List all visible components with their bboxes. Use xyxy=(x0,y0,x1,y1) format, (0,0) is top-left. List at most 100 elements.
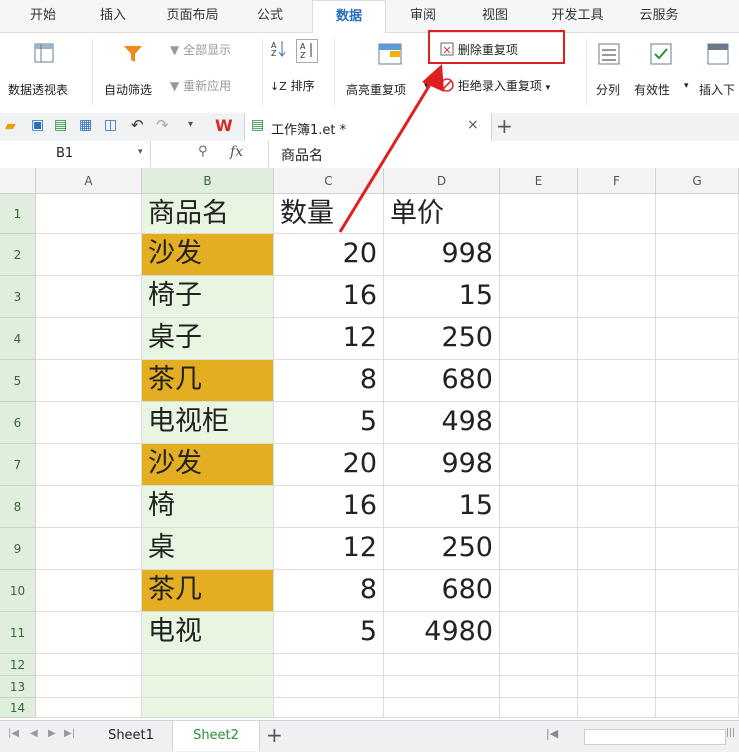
cell[interactable] xyxy=(656,570,739,612)
cell-product-name[interactable]: 商品名 xyxy=(142,194,274,234)
tab-cloud[interactable]: 云服务 xyxy=(628,0,690,32)
cell[interactable] xyxy=(500,612,578,654)
export-icon[interactable]: ▤ xyxy=(54,117,67,133)
print-icon[interactable]: ▦ xyxy=(79,117,92,133)
cell[interactable] xyxy=(656,194,739,234)
cell[interactable] xyxy=(656,486,739,528)
cell[interactable] xyxy=(656,276,739,318)
close-icon[interactable]: × xyxy=(467,117,479,133)
cell-quantity[interactable]: 8 xyxy=(274,360,384,402)
cell[interactable] xyxy=(578,194,656,234)
column-header-a[interactable]: A xyxy=(36,168,142,194)
cell[interactable] xyxy=(36,360,142,402)
cell[interactable] xyxy=(578,528,656,570)
column-header-e[interactable]: E xyxy=(500,168,578,194)
save-icon[interactable]: ▣ xyxy=(31,117,44,133)
cell[interactable] xyxy=(36,570,142,612)
cell[interactable] xyxy=(578,318,656,360)
cell[interactable] xyxy=(500,486,578,528)
cell[interactable] xyxy=(500,194,578,234)
cell-unit-price[interactable]: 250 xyxy=(384,318,500,360)
spreadsheet-grid[interactable]: A B C D E F G 1 商品名 数量 单价 2 沙发 20 998 3 椅子 16 15 4 桌子 12 250 5 茶… xyxy=(0,168,739,720)
name-box[interactable]: B1 ▾ xyxy=(0,141,151,167)
open-folder-icon[interactable]: ▰ xyxy=(5,118,16,134)
cell[interactable] xyxy=(142,676,274,698)
cell[interactable] xyxy=(36,528,142,570)
cell[interactable] xyxy=(36,444,142,486)
prev-sheet-icon[interactable]: ◀ xyxy=(30,728,38,739)
cell-product-name[interactable]: 茶几 xyxy=(142,360,274,402)
cell[interactable] xyxy=(384,654,500,676)
row-header-10[interactable]: 10 xyxy=(0,570,36,612)
row-header-7[interactable]: 7 xyxy=(0,444,36,486)
cell[interactable] xyxy=(36,276,142,318)
cell-product-name[interactable]: 椅 xyxy=(142,486,274,528)
scroll-grip-icon[interactable]: ||| xyxy=(726,728,735,738)
row-header-11[interactable]: 11 xyxy=(0,612,36,654)
cell[interactable] xyxy=(578,654,656,676)
cell[interactable] xyxy=(578,276,656,318)
insert-dropdown-button[interactable]: 插入下 xyxy=(697,37,739,107)
cell-unit-price[interactable]: 15 xyxy=(384,276,500,318)
row-header-1[interactable]: 1 xyxy=(0,194,36,234)
show-all-button[interactable]: ▼ 全部显示 xyxy=(170,41,231,58)
tab-page-layout[interactable]: 页面布局 xyxy=(155,0,230,32)
new-tab-icon[interactable]: + xyxy=(496,113,513,139)
cell-quantity[interactable]: 12 xyxy=(274,318,384,360)
row-header-5[interactable]: 5 xyxy=(0,360,36,402)
cell[interactable] xyxy=(578,570,656,612)
cell-unit-price[interactable]: 4980 xyxy=(384,612,500,654)
row-header-2[interactable]: 2 xyxy=(0,234,36,276)
cell[interactable] xyxy=(274,698,384,718)
first-sheet-icon[interactable]: |◀ xyxy=(8,728,19,739)
cell-quantity[interactable]: 20 xyxy=(274,234,384,276)
cell[interactable] xyxy=(656,528,739,570)
cell[interactable] xyxy=(500,360,578,402)
cell[interactable] xyxy=(500,444,578,486)
column-header-g[interactable]: G xyxy=(656,168,739,194)
cell[interactable] xyxy=(384,676,500,698)
cell[interactable] xyxy=(656,654,739,676)
cell-unit-price[interactable]: 680 xyxy=(384,570,500,612)
cell[interactable] xyxy=(274,654,384,676)
cell-quantity[interactable]: 5 xyxy=(274,612,384,654)
cell-product-name[interactable]: 沙发 xyxy=(142,234,274,276)
row-header-13[interactable]: 13 xyxy=(0,676,36,698)
tab-home[interactable]: 开始 xyxy=(16,0,70,32)
cell[interactable] xyxy=(500,528,578,570)
tab-review[interactable]: 审阅 xyxy=(398,0,448,32)
horizontal-scrollbar[interactable] xyxy=(584,729,726,745)
cell-product-name[interactable]: 桌 xyxy=(142,528,274,570)
cell-unit-price[interactable]: 15 xyxy=(384,486,500,528)
row-header-14[interactable]: 14 xyxy=(0,698,36,718)
select-all-corner[interactable] xyxy=(0,168,36,194)
autofilter-button[interactable]: 自动筛选 xyxy=(100,37,166,107)
cell-unit-price[interactable]: 250 xyxy=(384,528,500,570)
cell[interactable] xyxy=(656,698,739,718)
cell[interactable] xyxy=(142,698,274,718)
cell[interactable] xyxy=(500,318,578,360)
cell[interactable] xyxy=(500,234,578,276)
cell[interactable] xyxy=(656,318,739,360)
cell-unit-price[interactable]: 998 xyxy=(384,234,500,276)
cell[interactable] xyxy=(656,402,739,444)
cell-unit-price[interactable]: 498 xyxy=(384,402,500,444)
cell-product-name[interactable]: 茶几 xyxy=(142,570,274,612)
sheet-tab-sheet1[interactable]: Sheet1 xyxy=(92,721,170,751)
tab-developer[interactable]: 开发工具 xyxy=(540,0,615,32)
add-sheet-icon[interactable]: + xyxy=(266,723,283,747)
cell-product-name[interactable]: 桌子 xyxy=(142,318,274,360)
cell[interactable] xyxy=(36,194,142,234)
reapply-button[interactable]: ▼ 重新应用 xyxy=(170,77,231,94)
next-sheet-icon[interactable]: ▶ xyxy=(48,728,56,739)
row-header-3[interactable]: 3 xyxy=(0,276,36,318)
cell-product-name[interactable]: 椅子 xyxy=(142,276,274,318)
function-icon[interactable]: fx xyxy=(230,144,243,160)
cell[interactable] xyxy=(36,402,142,444)
cell[interactable] xyxy=(578,402,656,444)
pivot-table-button[interactable]: 数据透视表 xyxy=(6,37,86,107)
cell-unit-price[interactable]: 998 xyxy=(384,444,500,486)
cell[interactable] xyxy=(578,234,656,276)
cell-quantity[interactable]: 16 xyxy=(274,486,384,528)
cell[interactable] xyxy=(578,444,656,486)
